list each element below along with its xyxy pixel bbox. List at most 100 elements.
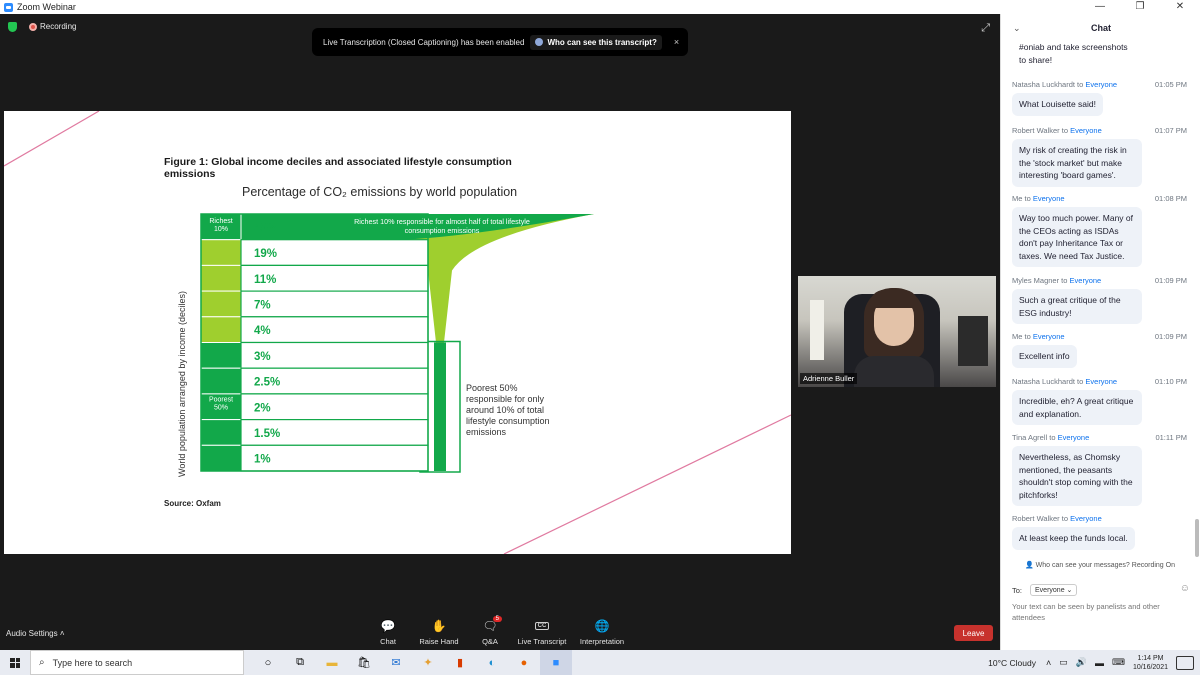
person-icon: 👤 — [1025, 562, 1036, 569]
chat-recipient[interactable]: Everyone — [1085, 377, 1117, 386]
zoom-taskbar-icon[interactable]: ■ — [540, 650, 572, 675]
qa-button[interactable]: 🗨 5 Q&A — [472, 616, 508, 646]
cortana-icon[interactable]: ○ — [252, 650, 284, 675]
who-can-see-transcript-label: Who can see this transcript? — [547, 37, 657, 47]
chat-scrollbar[interactable] — [1195, 519, 1199, 557]
weather-widget[interactable]: 10°C Cloudy — [988, 658, 1036, 668]
chat-recipient[interactable]: Everyone — [1085, 80, 1117, 89]
decorative-line-top — [4, 111, 100, 167]
chat-message-meta: Me to Everyone 01:08 PM — [1012, 194, 1187, 203]
firefox-icon[interactable]: ● — [508, 650, 540, 675]
decile-label-cell — [200, 239, 242, 266]
language-icon[interactable]: ⌨ — [1112, 657, 1125, 668]
recipient-dropdown[interactable]: Everyone ⌄ — [1030, 584, 1078, 596]
chat-sender-name: Robert Walker to — [1012, 126, 1068, 135]
chat-message-text: At least keep the funds local. — [1012, 527, 1135, 550]
close-window-button[interactable]: ✕ — [1160, 0, 1200, 14]
app-icon[interactable]: ✦ — [412, 650, 444, 675]
chat-button-label: Chat — [380, 637, 396, 646]
chart-subtitle: Percentage of CO₂ emissions by world pop… — [242, 185, 518, 199]
chat-message-meta: Me to Everyone 01:09 PM — [1012, 332, 1187, 341]
raise-hand-button[interactable]: ✋ Raise Hand — [414, 619, 464, 646]
chat-sender-name: Me to — [1012, 194, 1031, 203]
battery-icon[interactable]: ▬ — [1095, 658, 1104, 668]
mail-icon[interactable]: ✉ — [380, 650, 412, 675]
speaker-video-tile[interactable]: Adrienne Buller — [798, 276, 996, 387]
interpretation-button[interactable]: 🌐 Interpretation — [576, 619, 628, 646]
restore-button[interactable]: ❐ — [1120, 0, 1160, 14]
audio-settings-label: Audio Settings — [6, 629, 58, 638]
edge-icon[interactable]: ◐ — [476, 650, 508, 675]
recording-label: Recording — [40, 22, 77, 31]
security-shield-icon[interactable] — [8, 22, 17, 32]
volume-icon[interactable]: 🔊 — [1076, 657, 1087, 668]
windows-taskbar: ⌕ Type here to search ○ ⧉ ▬ 🛍 ✉ ✦ ▮ ◐ ● … — [0, 650, 1200, 675]
minimize-button[interactable]: — — [1080, 0, 1120, 14]
chat-message-text: Nevertheless, as Chomsky mentioned, the … — [1012, 446, 1142, 506]
window-title: Zoom Webinar — [17, 2, 76, 12]
chat-timestamp: 01:09 PM — [1154, 332, 1187, 341]
clock-time: 1:14 PM — [1137, 654, 1164, 662]
emoji-icon[interactable]: ☺ — [1180, 583, 1190, 594]
clock-date: 10/16/2021 — [1132, 663, 1168, 671]
decile-label-cell — [200, 367, 242, 395]
who-can-see-messages[interactable]: 👤 Who can see your messages? Recording O… — [1025, 561, 1175, 569]
background-shelf — [958, 316, 988, 366]
decile-value-label: 7% — [254, 299, 271, 311]
richest-note-line2: consumption emissions — [405, 226, 480, 235]
poorest-funnel — [434, 342, 446, 471]
chat-recipient[interactable]: Everyone — [1070, 514, 1102, 523]
start-button[interactable] — [0, 650, 30, 675]
file-explorer-icon[interactable]: ▬ — [316, 650, 348, 675]
recipient-row: To: Everyone ⌄ — [1012, 584, 1078, 596]
leave-button[interactable]: Leave — [954, 625, 993, 641]
chat-sender: Me to Everyone — [1012, 194, 1065, 203]
chat-recipient[interactable]: Everyone — [1070, 276, 1102, 285]
banner-close-icon[interactable]: × — [674, 37, 679, 47]
window-controls: — ❐ ✕ — [1080, 0, 1200, 14]
task-view-icon[interactable]: ⧉ — [284, 650, 316, 675]
clock[interactable]: 1:14 PM 10/16/2021 — [1133, 654, 1168, 672]
chat-message-meta: Robert Walker to Everyone — [1012, 514, 1187, 523]
taskbar-search-box[interactable]: ⌕ Type here to search — [30, 650, 244, 675]
decile-value-label: 2.5% — [254, 377, 280, 389]
chat-recipient[interactable]: Everyone — [1033, 194, 1065, 203]
chat-timestamp: 01:09 PM — [1154, 276, 1187, 285]
chat-title: Chat — [1091, 23, 1111, 33]
chat-button[interactable]: 💬 Chat — [370, 619, 406, 646]
chat-input[interactable] — [1012, 601, 1192, 623]
decile-value-label: 49% — [254, 222, 277, 234]
webinar-main-area: Recording ⤢ Live Transcription (Closed C… — [0, 14, 1000, 650]
source-label: Source: Oxfam — [164, 499, 221, 508]
chat-message-meta: Tina Agrell to Everyone 01:11 PM — [1012, 433, 1187, 442]
chat-message-meta: Myles Magner to Everyone 01:09 PM — [1012, 276, 1187, 285]
chat-message-text: What Louisette said! — [1012, 93, 1104, 116]
chat-message-text: Such a great critique of the ESG industr… — [1012, 289, 1142, 324]
chat-message-text: Way too much power. Many of the CEOs act… — [1012, 207, 1142, 267]
live-transcript-button[interactable]: CC Live Transcript — [516, 619, 568, 646]
chevron-up-icon[interactable]: ˄ — [1046, 658, 1051, 668]
chat-sender: Natasha Luckhardt to Everyone — [1012, 377, 1117, 386]
decile-label-cell — [200, 419, 242, 446]
search-icon: ⌕ — [39, 657, 45, 668]
chat-sender-name: Natasha Luckhardt to — [1012, 377, 1084, 386]
store-icon[interactable]: 🛍 — [348, 650, 380, 675]
window-titlebar: Zoom Webinar — ❐ ✕ — [0, 0, 1200, 14]
audio-settings-button[interactable]: Audio Settings ˄ — [6, 629, 65, 638]
chat-timestamp: 01:11 PM — [1155, 433, 1187, 442]
notification-icon[interactable] — [1176, 655, 1194, 670]
poorest-label: Poorest — [209, 397, 233, 404]
decile-value-label: 3% — [254, 351, 271, 363]
office-icon[interactable]: ▮ — [444, 650, 476, 675]
who-can-see-transcript-button[interactable]: Who can see this transcript? — [530, 34, 662, 50]
chevron-up-icon: ˄ — [59, 629, 65, 638]
chat-message-text: My risk of creating the risk in the 'sto… — [1012, 139, 1142, 187]
chat-recipient[interactable]: Everyone — [1058, 433, 1090, 442]
qa-label: Q&A — [482, 637, 498, 646]
fullscreen-icon[interactable]: ⤢ — [981, 22, 990, 35]
chat-message-meta: Robert Walker to Everyone 01:07 PM — [1012, 126, 1187, 135]
network-icon[interactable]: ▭ — [1059, 657, 1068, 668]
chat-recipient[interactable]: Everyone — [1070, 126, 1102, 135]
chat-sender-name: Tina Agrell to — [1012, 433, 1056, 442]
chat-recipient[interactable]: Everyone — [1033, 332, 1065, 341]
